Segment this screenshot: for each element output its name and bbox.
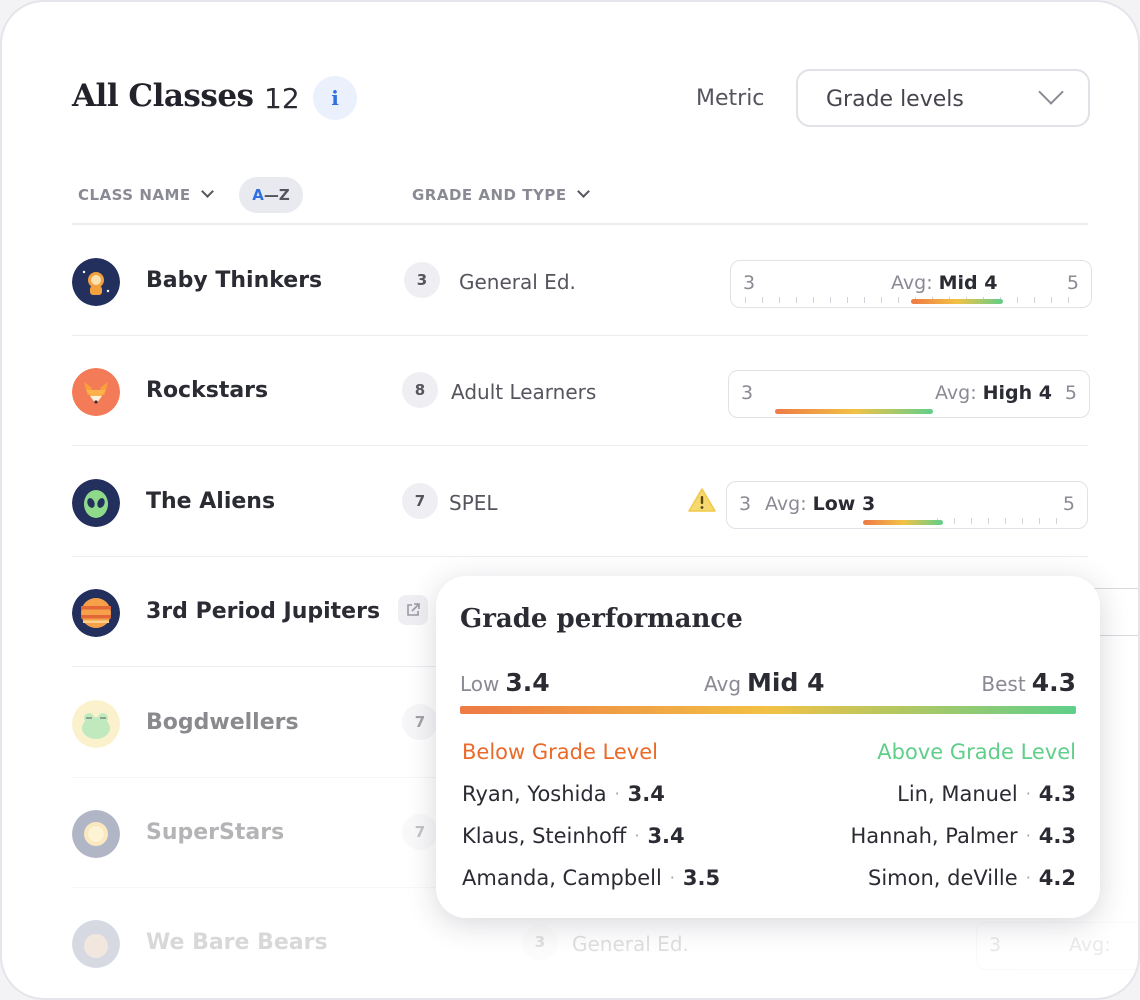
above-student[interactable]: Lin, Manuel · 4.3 — [897, 782, 1076, 806]
grade-badge: 3 — [404, 262, 440, 298]
jupiter-icon — [72, 589, 120, 637]
chevron-down-icon — [200, 185, 214, 198]
bear-icon — [72, 920, 120, 968]
grade-badge: 8 — [402, 372, 438, 408]
metric-label: Metric — [696, 86, 765, 111]
metric-selected-value: Grade levels — [826, 87, 964, 112]
page-title: All Classes — [72, 78, 254, 114]
class-count: 12 — [264, 82, 300, 115]
external-link-icon[interactable] — [398, 595, 428, 625]
table-row[interactable]: The Aliens 7 SPEL 3 Avg: Low 3 5 — [72, 447, 1088, 557]
grade-badge: 7 — [402, 704, 438, 740]
tooltip-avg: Avg Mid 4 — [704, 668, 825, 697]
class-type: General Ed. — [572, 932, 689, 956]
grade-gauge[interactable]: 3 Avg: — [976, 922, 1138, 970]
sort-az-toggle[interactable]: A —Z — [239, 177, 303, 213]
class-name[interactable]: We Bare Bears — [146, 930, 328, 955]
column-header-grade-and-type[interactable]: GRADE AND TYPE — [412, 185, 590, 204]
grade-performance-tooltip: Grade performance Low 3.4 Avg Mid 4 Best 4.… — [436, 576, 1100, 918]
above-student[interactable]: Simon, deVille · 4.2 — [868, 866, 1076, 890]
class-type: Adult Learners — [451, 380, 597, 404]
info-icon[interactable]: i — [313, 76, 357, 120]
all-classes-card: All Classes 12 i Metric Grade levels CLA… — [0, 0, 1140, 1000]
class-name[interactable]: SuperStars — [146, 820, 284, 845]
class-name[interactable]: 3rd Period Jupiters — [146, 599, 380, 624]
alien-icon — [72, 479, 120, 527]
grade-badge: 7 — [402, 483, 438, 519]
class-name[interactable]: Bogdwellers — [146, 710, 299, 735]
grade-gauge[interactable]: 3 Avg: High 4 5 — [728, 370, 1090, 418]
class-name[interactable]: Baby Thinkers — [146, 268, 322, 293]
class-name[interactable]: The Aliens — [146, 489, 275, 514]
above-student[interactable]: Hannah, Palmer · 4.3 — [850, 824, 1076, 848]
grade-gauge[interactable]: 3 Avg: Low 3 5 — [726, 481, 1088, 529]
table-row[interactable]: Baby Thinkers 3 General Ed. 3 Avg: Mid 4… — [72, 226, 1092, 336]
tooltip-title: Grade performance — [460, 604, 743, 634]
below-student[interactable]: Klaus, Steinhoff · 3.4 — [462, 824, 685, 848]
grade-gauge[interactable]: 3 Avg: Mid 4 5 — [730, 260, 1092, 308]
tooltip-gradient-bar — [460, 706, 1076, 714]
frog-icon — [72, 700, 120, 748]
table-row[interactable]: Rockstars 8 Adult Learners 3 Avg: High 4… — [72, 336, 1090, 446]
below-student[interactable]: Amanda, Campbell · 3.5 — [462, 866, 720, 890]
sun-icon — [72, 810, 120, 858]
metric-select[interactable]: Grade levels — [796, 69, 1090, 127]
class-name[interactable]: Rockstars — [146, 378, 268, 403]
above-grade-heading: Above Grade Level — [877, 740, 1076, 764]
gauge-range-bar — [863, 520, 943, 525]
below-student[interactable]: Ryan, Yoshida · 3.4 — [462, 782, 665, 806]
class-type: SPEL — [449, 491, 498, 515]
grade-badge: 3 — [522, 924, 558, 960]
chevron-down-icon — [576, 185, 590, 198]
gauge-ticks — [937, 518, 1073, 524]
tooltip-low: Low 3.4 — [460, 668, 550, 697]
warning-icon[interactable] — [688, 487, 716, 513]
chevron-down-icon — [1038, 79, 1064, 105]
fox-icon — [72, 368, 120, 416]
gauge-range-bar — [911, 299, 1003, 304]
astronaut-icon — [72, 258, 120, 306]
tooltip-best: Best 4.3 — [981, 668, 1076, 697]
class-type: General Ed. — [459, 270, 576, 294]
column-header-class-name[interactable]: CLASS NAME — [78, 185, 214, 204]
header-divider — [72, 223, 1088, 225]
below-grade-heading: Below Grade Level — [462, 740, 658, 764]
grade-badge: 7 — [402, 814, 438, 850]
gauge-range-bar — [775, 409, 933, 414]
